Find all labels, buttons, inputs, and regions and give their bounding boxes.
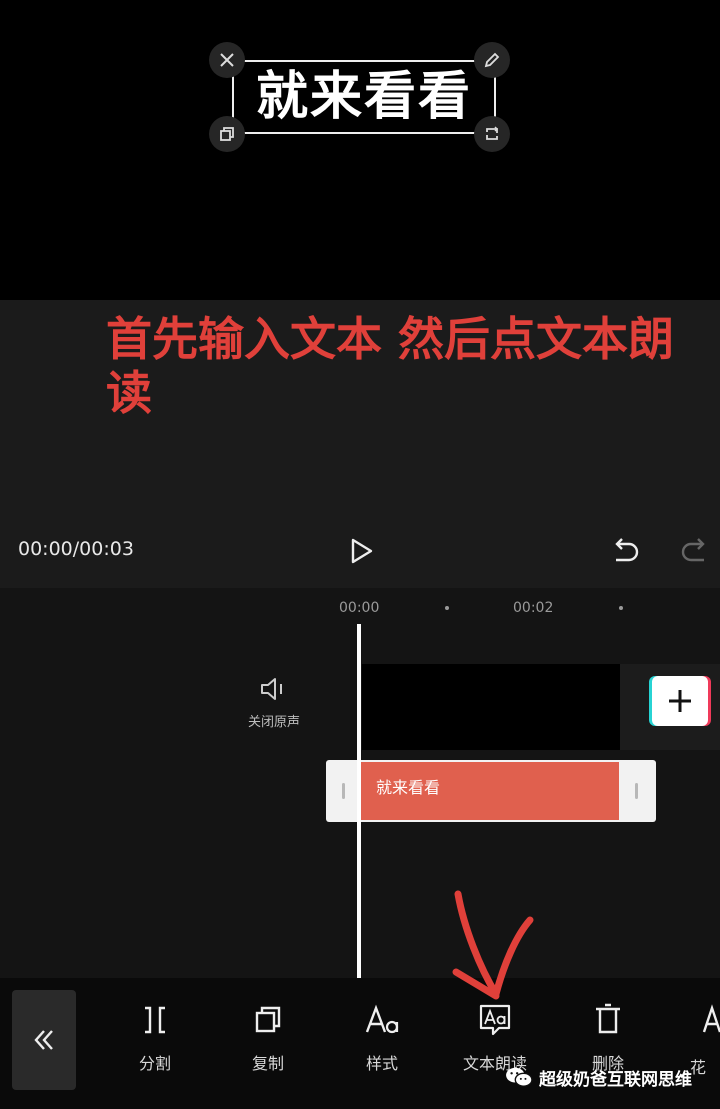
copy-icon: [255, 1006, 281, 1033]
tool-label: 花: [690, 1058, 707, 1077]
playhead[interactable]: [357, 624, 361, 978]
copy-icon[interactable]: [209, 116, 245, 152]
clip-left-handle[interactable]: [342, 783, 345, 799]
rotate-icon[interactable]: [474, 116, 510, 152]
add-clip-button[interactable]: [652, 676, 708, 726]
speaker-icon: [261, 678, 282, 700]
tool-copy[interactable]: 复制: [228, 1000, 308, 1074]
ruler-time-1: 00:02: [513, 600, 554, 616]
instruction-annotation: 首先输入文本 然后点文本朗读: [106, 312, 675, 420]
plus-icon: [669, 690, 691, 712]
style-icon: [365, 1004, 399, 1034]
tool-fancy-text[interactable]: 花: [690, 1000, 720, 1078]
play-button[interactable]: [345, 535, 377, 567]
text-clip-label: 就来看看: [376, 778, 441, 797]
tool-label: 样式: [365, 1054, 398, 1073]
play-icon: [351, 538, 373, 564]
tool-label: 复制: [251, 1054, 284, 1073]
undo-button[interactable]: [608, 535, 642, 567]
delete-icon: [596, 1003, 620, 1034]
redo-icon: [681, 538, 705, 562]
double-chevron-left-icon: [34, 1030, 53, 1050]
annotation-arrow: [452, 890, 534, 1000]
video-preview[interactable]: [0, 0, 720, 300]
mute-original-audio-button[interactable]: 关闭原声: [236, 675, 312, 730]
tool-split[interactable]: 分割: [115, 1000, 195, 1074]
ruler-tick: [445, 606, 449, 610]
subtitle-text[interactable]: 就来看看: [232, 60, 496, 134]
split-icon: [145, 1006, 165, 1034]
collapse-button[interactable]: [12, 990, 76, 1090]
mute-label: 关闭原声: [247, 715, 300, 730]
fancy-text-icon: [702, 1004, 720, 1033]
ruler-tick: [619, 606, 623, 610]
time-display: 00:00/00:03: [18, 538, 134, 560]
edit-icon[interactable]: [474, 42, 510, 78]
close-icon[interactable]: [209, 42, 245, 78]
watermark: 超级奶爸互联网思维: [505, 1062, 692, 1092]
video-track[interactable]: [362, 664, 620, 750]
watermark-text: 超级奶爸互联网思维: [539, 1069, 692, 1090]
wechat-icon: [506, 1067, 533, 1087]
tool-label: 分割: [138, 1054, 171, 1073]
ruler-time-0: 00:00: [339, 600, 380, 616]
clip-right-handle[interactable]: [635, 783, 638, 799]
tool-style[interactable]: 样式: [342, 1000, 422, 1074]
undo-icon: [615, 538, 639, 562]
redo-button[interactable]: [678, 535, 712, 567]
